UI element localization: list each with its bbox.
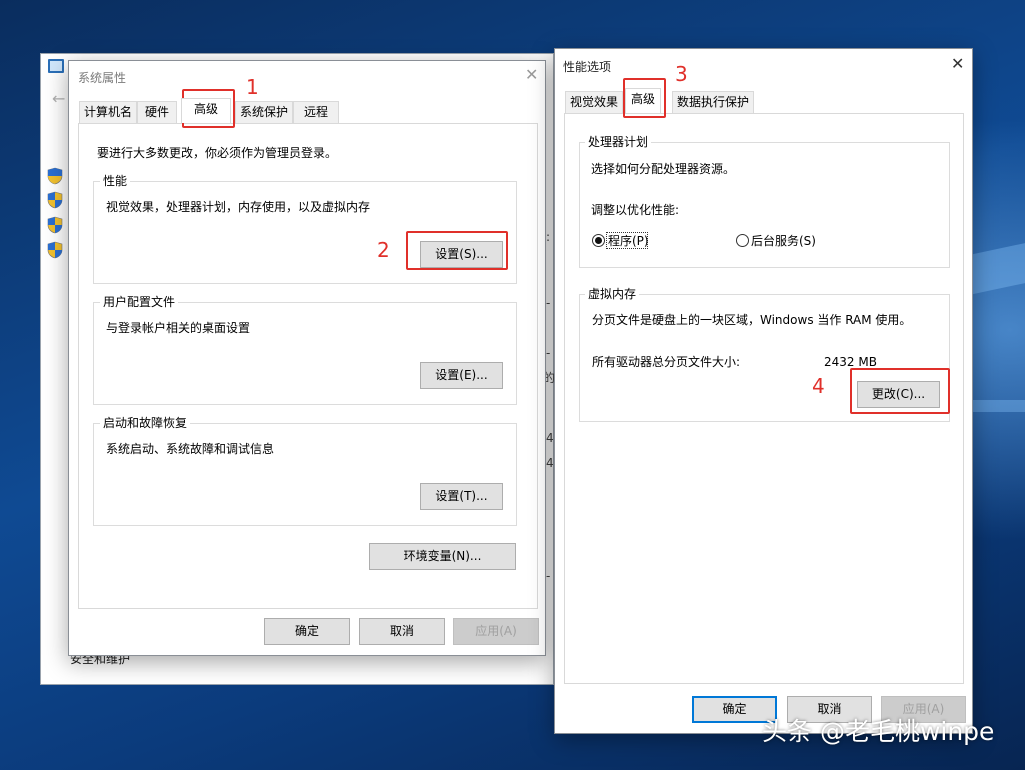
adjust-for-performance-label: 调整以优化性能: xyxy=(591,203,680,217)
user-profiles-description: 与登录帐户相关的桌面设置 xyxy=(106,321,251,335)
background-text-fragment: 4 xyxy=(546,456,554,470)
uac-shield-icon xyxy=(47,241,63,259)
background-services-radio[interactable] xyxy=(736,234,749,247)
startup-recovery-group: 启动和故障恢复 系统启动、系统故障和调试信息 设置(T)... xyxy=(93,416,517,526)
close-icon[interactable]: ✕ xyxy=(951,56,964,72)
user-profiles-group: 用户配置文件 与登录帐户相关的桌面设置 设置(E)... xyxy=(93,295,517,405)
group-title: 虚拟内存 xyxy=(585,287,640,301)
annotation-number: 4 xyxy=(812,374,825,398)
background-text-fragment: - xyxy=(546,569,551,583)
tab-advanced[interactable]: 高级 xyxy=(181,98,231,123)
group-title: 处理器计划 xyxy=(585,135,652,149)
processor-scheduling-group: 处理器计划 选择如何分配处理器资源。 调整以优化性能: 程序(P) 后台服务(S… xyxy=(579,135,950,268)
paging-file-total-label: 所有驱动器总分页文件大小: xyxy=(592,355,741,369)
background-services-radio-label[interactable]: 后台服务(S) xyxy=(751,234,816,248)
uac-shield-icon xyxy=(47,191,63,209)
wallpaper-light-beam xyxy=(970,400,1025,412)
apply-button[interactable]: 应用(A) xyxy=(453,618,539,645)
tab-hardware[interactable]: 硬件 xyxy=(137,101,177,123)
background-text-fragment: - xyxy=(546,296,551,310)
system-properties-dialog: 系统属性 ✕ 计算机名 硬件 高级 系统保护 远程 要进行大多数更改，你必须作为… xyxy=(68,60,546,656)
uac-shield-icon xyxy=(47,216,63,234)
background-text-fragment: 4 xyxy=(546,431,554,445)
tab-remote[interactable]: 远程 xyxy=(293,101,339,123)
environment-variables-button[interactable]: 环境变量(N)... xyxy=(369,543,516,570)
group-title: 性能 xyxy=(100,174,131,188)
virtual-memory-description: 分页文件是硬盘上的一块区域，Windows 当作 RAM 使用。 xyxy=(592,313,912,327)
tab-system-protection[interactable]: 系统保护 xyxy=(235,101,293,123)
dialog-title: 系统属性 xyxy=(78,71,127,85)
group-title: 启动和故障恢复 xyxy=(100,416,191,430)
back-arrow-icon[interactable]: ← xyxy=(52,91,65,107)
background-text-fragment: : xyxy=(546,230,551,244)
uac-shield-icon xyxy=(47,167,63,185)
tab-computer-name[interactable]: 计算机名 xyxy=(79,101,137,123)
annotation-number: 3 xyxy=(675,62,688,86)
annotation-highlight-settings-button xyxy=(406,231,508,270)
watermark: 头条 @老毛桃winpe xyxy=(762,717,995,746)
programs-radio-label[interactable]: 程序(P) xyxy=(608,234,649,248)
close-icon[interactable]: ✕ xyxy=(525,67,538,83)
annotation-highlight-change-button xyxy=(850,368,950,414)
annotation-number: 2 xyxy=(377,238,390,262)
startup-recovery-settings-button[interactable]: 设置(T)... xyxy=(420,483,503,510)
paging-file-total-value: 2432 MB xyxy=(824,355,877,369)
startup-recovery-description: 系统启动、系统故障和调试信息 xyxy=(106,442,275,456)
annotation-number: 1 xyxy=(246,75,259,99)
admin-note: 要进行大多数更改，你必须作为管理员登录。 xyxy=(97,146,338,160)
background-text-fragment: - xyxy=(546,346,551,360)
dialog-title: 性能选项 xyxy=(563,60,612,74)
performance-description: 视觉效果，处理器计划，内存使用，以及虚拟内存 xyxy=(106,200,371,214)
user-profiles-settings-button[interactable]: 设置(E)... xyxy=(420,362,503,389)
advanced-tab-panel: 要进行大多数更改，你必须作为管理员登录。 性能 视觉效果，处理器计划，内存使用，… xyxy=(78,123,538,609)
tab-advanced[interactable]: 高级 xyxy=(625,88,661,113)
tab-data-execution-prevention[interactable]: 数据执行保护 xyxy=(672,91,754,113)
ok-button[interactable]: 确定 xyxy=(264,618,350,645)
cancel-button[interactable]: 取消 xyxy=(359,618,445,645)
group-title: 用户配置文件 xyxy=(100,295,179,309)
processor-scheduling-description: 选择如何分配处理器资源。 xyxy=(591,162,736,176)
tab-visual-effects[interactable]: 视觉效果 xyxy=(565,91,623,113)
programs-radio[interactable] xyxy=(592,234,605,247)
computer-icon xyxy=(48,59,64,73)
